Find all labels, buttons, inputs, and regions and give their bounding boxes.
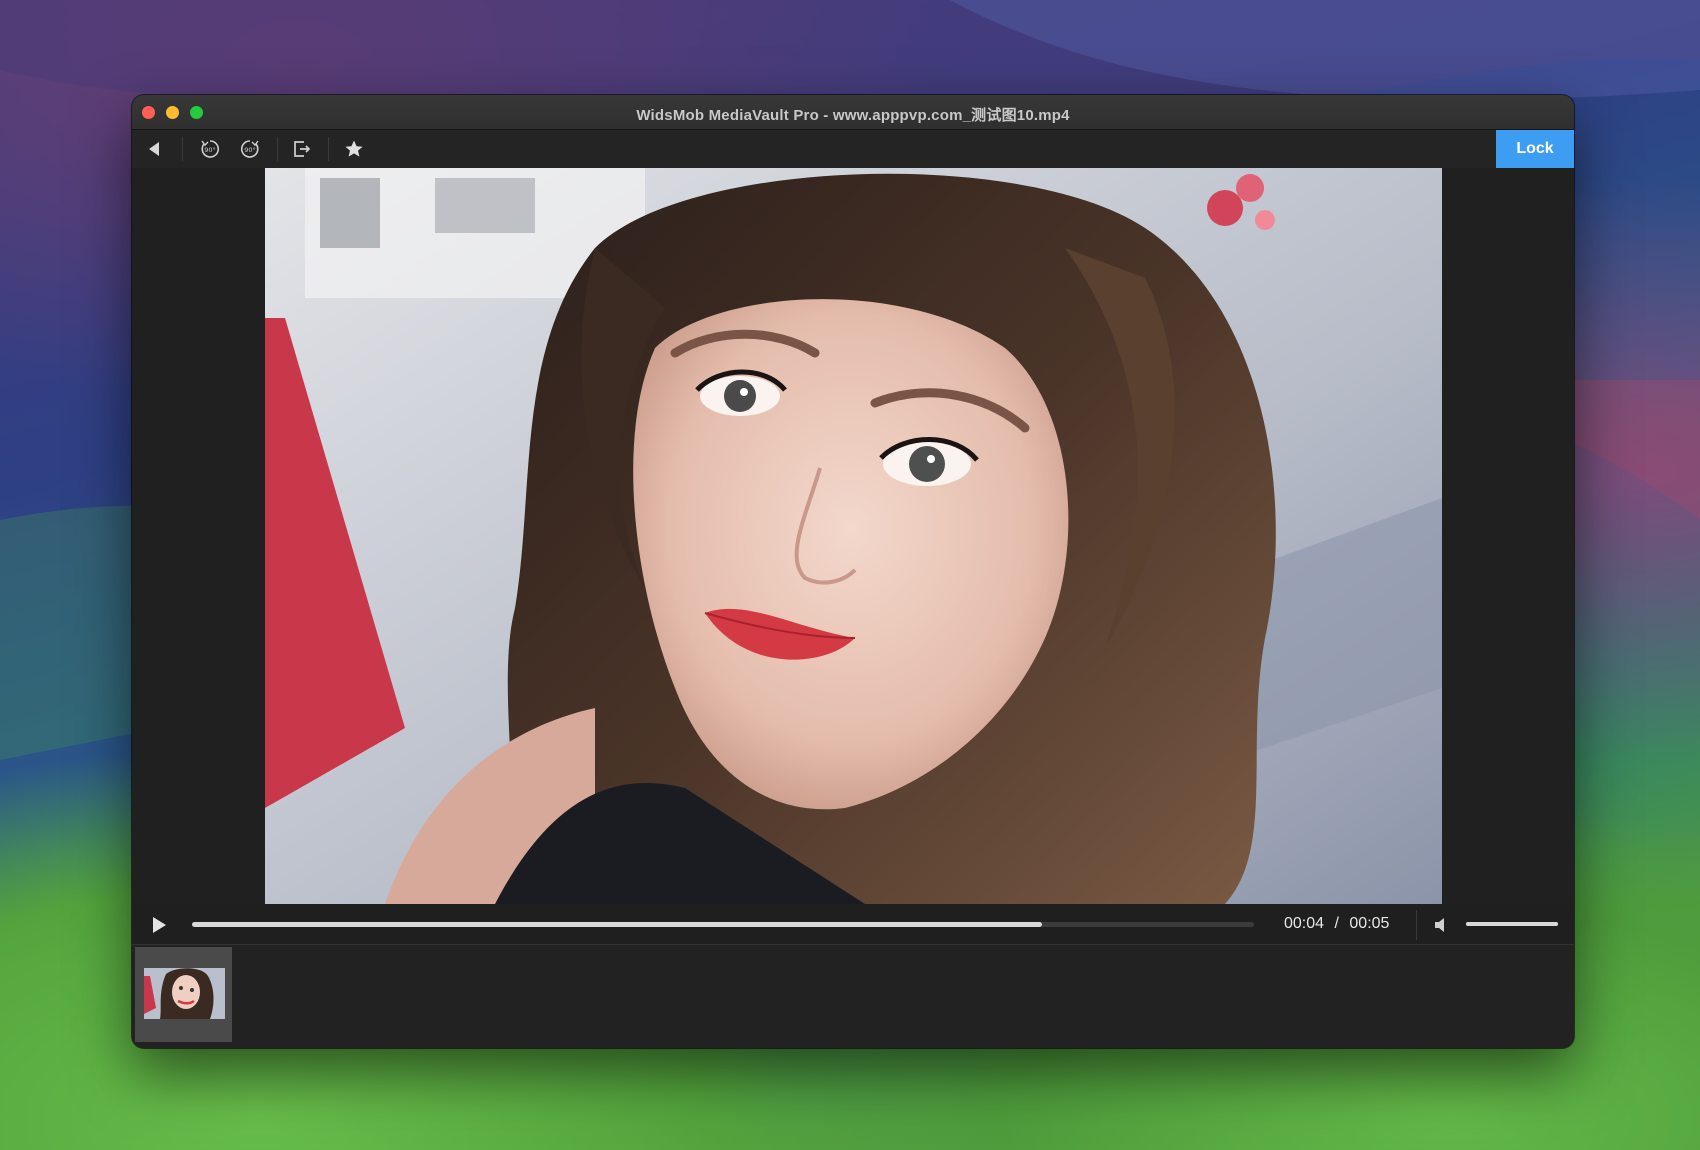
play-button[interactable] — [148, 914, 170, 936]
export-icon — [294, 141, 311, 157]
toolbar-divider — [277, 137, 278, 161]
favorite-button[interactable] — [336, 134, 372, 164]
lock-button[interactable]: Lock — [1496, 130, 1574, 168]
svg-text:90°: 90° — [204, 146, 216, 154]
thumbnail-item[interactable] — [135, 947, 232, 1042]
video-frame[interactable] — [265, 168, 1442, 904]
back-button[interactable] — [136, 134, 172, 164]
export-button[interactable] — [284, 134, 320, 164]
video-image — [265, 168, 1442, 904]
back-arrow-icon — [149, 142, 159, 156]
time-separator: / — [1334, 915, 1339, 932]
star-icon — [345, 140, 363, 157]
title-bar: WidsMob MediaVault Pro - www.apppvp.com_… — [132, 95, 1574, 130]
volume-slider[interactable] — [1466, 922, 1558, 926]
video-stage — [132, 168, 1574, 904]
volume-icon[interactable] — [1432, 915, 1452, 935]
rotate-left-90-icon: 90° — [201, 140, 220, 158]
total-time: 00:05 — [1349, 915, 1390, 932]
progress-fill — [192, 922, 1042, 927]
toolbar-divider — [182, 137, 183, 161]
playback-progress-bar[interactable] — [192, 922, 1254, 927]
time-display: 00:04 / 00:05 — [1284, 915, 1389, 933]
toolbar-divider — [328, 137, 329, 161]
volume-fill — [1466, 922, 1558, 926]
app-window: WidsMob MediaVault Pro - www.apppvp.com_… — [132, 95, 1574, 1048]
current-time: 00:04 — [1284, 915, 1325, 932]
rotate-right-90-icon: 90° — [240, 140, 259, 158]
toolbar: 90° 90° Lock — [132, 130, 1574, 168]
rotate-left-button[interactable]: 90° — [192, 134, 228, 164]
controls-divider — [1416, 910, 1417, 940]
playback-controls: 00:04 / 00:05 — [132, 904, 1574, 945]
rotate-right-button[interactable]: 90° — [232, 134, 268, 164]
play-icon — [153, 917, 166, 933]
svg-text:90°: 90° — [244, 146, 256, 154]
thumbnail-image — [144, 968, 225, 1019]
window-title: WidsMob MediaVault Pro - www.apppvp.com_… — [636, 107, 1070, 124]
thumbnail-strip — [132, 945, 1574, 1048]
